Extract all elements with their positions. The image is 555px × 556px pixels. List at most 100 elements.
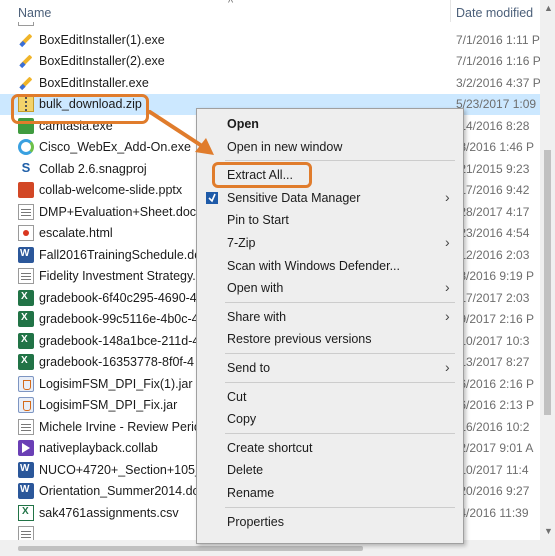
file-name[interactable]: BoxEditInstaller(1).exe [39, 33, 165, 47]
file-name[interactable]: BoxEditInstaller.exe [39, 76, 149, 90]
file-name[interactable]: Fall2016TrainingSchedule.doc [39, 248, 207, 262]
file-date: /6/2016 2:16 P [456, 376, 535, 391]
menu-item-cut[interactable]: Cut [197, 386, 463, 408]
collab-icon [18, 440, 34, 456]
vertical-scroll-thumb[interactable] [544, 150, 551, 415]
vertical-scrollbar[interactable]: ▲ ▼ [540, 0, 555, 540]
file-date: /4/2016 11:39 [456, 505, 529, 520]
horizontal-scroll-thumb[interactable] [18, 546, 363, 551]
menu-item-label: Share with [227, 309, 287, 324]
menu-item-label: Delete [227, 463, 264, 478]
menu-item-label: Open with [227, 281, 284, 296]
file-date: /8/2016 1:46 P [456, 140, 535, 154]
file-name[interactable]: sak4761assignments.csv [39, 506, 179, 520]
date-modified-column-header[interactable]: Date modified [456, 6, 533, 20]
exe-icon [18, 32, 34, 48]
menu-item-label: Pin to Start [227, 213, 289, 228]
file-date: /2/2017 9:01 A [456, 441, 534, 455]
menu-item-share-with[interactable]: Share with › [197, 306, 463, 328]
file-name[interactable]: gradebook-6f40c295-4690-4 [39, 291, 197, 305]
file-date: /20/2016 9:27 [456, 484, 530, 498]
file-name[interactable]: DMP+Evaluation+Sheet.doc [39, 205, 196, 219]
menu-item-pin-to-start[interactable]: Pin to Start [197, 209, 463, 231]
file-name[interactable]: Orientation_Summer2014.doc [39, 484, 206, 498]
powerpoint-icon [18, 182, 34, 198]
doc-icon [18, 22, 34, 26]
file-row[interactable]: BoxEditInstaller(1).exe 7/1/2016 1:11 P [0, 30, 540, 51]
csv-icon [18, 504, 34, 521]
file-date: /23/2016 4:54 [456, 226, 530, 240]
menu-item-sensitive-data-manager[interactable]: Sensitive Data Manager › [197, 187, 463, 209]
document-icon [18, 203, 34, 220]
extract-all-callout [212, 162, 312, 188]
scrollbar-corner [540, 540, 555, 556]
menu-item-label: 7-Zip [227, 236, 256, 250]
column-header: Name ^ Date modified [0, 0, 540, 22]
menu-item-7-zip[interactable]: 7-Zip › [197, 232, 463, 254]
file-name[interactable]: Michele Irvine - Review Perio [39, 420, 201, 434]
scroll-down-icon[interactable]: ▼ [544, 526, 553, 536]
file-date: /17/2017 2:03 [456, 290, 530, 305]
file-name[interactable]: Cisco_WebEx_Add-On.exe [39, 140, 191, 154]
word-icon [18, 246, 34, 263]
menu-separator [225, 301, 455, 303]
date-cell [450, 22, 540, 29]
file-name[interactable]: Fidelity Investment Strategy.p [39, 269, 203, 283]
file-name[interactable]: nativeplayback.collab [39, 441, 158, 455]
menu-item-send-to[interactable]: Send to › [197, 357, 463, 379]
file-name[interactable]: collab-welcome-slide.pptx [39, 183, 182, 197]
file-date: /17/2016 9:42 [456, 183, 530, 197]
webex-icon [18, 139, 34, 155]
menu-item-open[interactable]: Open [197, 113, 463, 135]
menu-separator [225, 353, 455, 354]
excel-icon [18, 332, 34, 349]
file-date: /13/2017 8:27 [456, 355, 530, 369]
file-date: 7/1/2016 1:16 P [456, 54, 540, 68]
snagit-icon: S [21, 159, 31, 175]
file-row[interactable]: BoxEditInstaller(2).exe 7/1/2016 1:16 P [0, 51, 540, 72]
file-name[interactable]: escalate.html [39, 226, 113, 240]
menu-item-label: Send to [227, 361, 271, 375]
sort-up-icon: ^ [228, 0, 234, 9]
file-date: /10/2017 10:3 [456, 333, 530, 348]
document-icon [18, 418, 34, 435]
menu-item-restore-previous-versions[interactable]: Restore previous versions [197, 328, 463, 350]
file-row[interactable] [0, 22, 540, 29]
column-divider[interactable] [450, 0, 451, 22]
menu-item-open-with[interactable]: Open with › [197, 277, 463, 299]
file-date: /28/2017 4:17 [456, 204, 530, 219]
scroll-up-icon[interactable]: ▲ [544, 3, 553, 13]
file-name[interactable]: LogisimFSM_DPI_Fix(1).jar [39, 377, 193, 391]
word-icon [18, 461, 34, 478]
file-date: /12/2016 2:03 [456, 247, 530, 262]
file-name[interactable]: BoxEditInstaller(2).exe [39, 54, 165, 68]
menu-item-label: Restore previous versions [227, 332, 372, 347]
menu-item-rename[interactable]: Rename [197, 482, 463, 504]
file-date: 3/2/2016 4:37 P [456, 75, 540, 90]
file-name[interactable]: Collab 2.6.snagproj [39, 162, 147, 176]
menu-item-label: Create shortcut [227, 440, 313, 455]
menu-item-properties[interactable]: Properties [197, 511, 463, 533]
file-name[interactable]: gradebook-99c5116e-4b0c-4 [39, 312, 199, 326]
menu-item-copy[interactable]: Copy [197, 408, 463, 430]
file-name[interactable]: gradebook-148a1bce-211d-4 [39, 334, 199, 348]
jar-icon [18, 397, 34, 413]
file-name[interactable]: gradebook-16353778-8f0f-4 [39, 355, 194, 369]
menu-item-create-shortcut[interactable]: Create shortcut [197, 437, 463, 459]
file-row[interactable]: BoxEditInstaller.exe 3/2/2016 4:37 P [0, 73, 540, 94]
menu-item-open-in-new-window[interactable]: Open in new window [197, 136, 463, 158]
exe-icon [18, 75, 34, 91]
submenu-arrow-icon: › [445, 359, 450, 375]
submenu-arrow-icon: › [445, 307, 450, 324]
menu-separator [225, 506, 455, 508]
menu-item-label: Cut [227, 389, 247, 404]
file-date: /6/2016 2:13 P [456, 398, 535, 412]
file-name[interactable]: NUCO+4720+_Section+105_ [39, 463, 202, 477]
excel-icon [18, 311, 34, 327]
name-column-header[interactable]: Name [18, 6, 51, 20]
file-date: /8/2016 9:19 P [456, 269, 535, 283]
menu-item-scan-with-windows-defender[interactable]: Scan with Windows Defender... [197, 255, 463, 277]
file-name[interactable]: LogisimFSM_DPI_Fix.jar [39, 398, 177, 412]
menu-item-delete[interactable]: Delete [197, 459, 463, 481]
menu-item-label: Rename [227, 486, 275, 500]
